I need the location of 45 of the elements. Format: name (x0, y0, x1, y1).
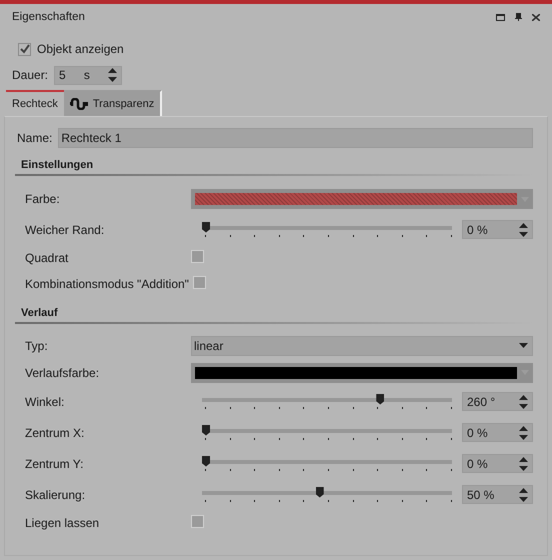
window-title: Eigenschaften (12, 11, 85, 23)
section-heading: Einstellungen (15, 149, 533, 176)
section-heading: Verlauf (15, 297, 533, 324)
name-field[interactable]: Rechteck 1 (58, 128, 533, 148)
slider-thumb[interactable] (316, 486, 324, 498)
caret-icon (519, 343, 528, 348)
field-label: Quadrat (25, 251, 70, 265)
field-label: Liegen lassen (25, 516, 100, 530)
checkbox-label: Objekt anzeigen (37, 42, 124, 56)
field-label: Dauer: (12, 68, 48, 82)
duration-spinner[interactable]: 5 s (54, 66, 122, 84)
value-spinner[interactable]: 0 % (462, 454, 533, 473)
value-spinner[interactable]: 0 % (462, 423, 533, 442)
spin-arrows-icon[interactable] (519, 426, 528, 440)
field-label: Zentrum X: (25, 426, 86, 440)
maximize-icon[interactable] (496, 14, 505, 20)
color-picker[interactable] (191, 189, 533, 209)
field-label: Weicher Rand: (25, 222, 106, 236)
slider-thumb[interactable] (202, 424, 210, 436)
pin-icon[interactable] (515, 13, 522, 21)
value-spinner[interactable]: 0 % (462, 220, 533, 239)
field-label: Farbe: (25, 192, 61, 206)
field-label: Skalierung: (25, 488, 86, 502)
field-label: Typ: (25, 338, 49, 352)
field-label: Verlaufsfarbe: (25, 366, 100, 380)
field-label: Winkel: (25, 394, 66, 408)
spin-arrows-icon[interactable] (519, 488, 528, 502)
value-spinner[interactable]: 50 % (462, 485, 533, 504)
color-picker[interactable] (191, 362, 533, 382)
tab[interactable]: Transparenz (64, 90, 162, 116)
dropdown[interactable]: linear (191, 336, 533, 356)
slider-thumb[interactable] (376, 394, 384, 404)
wave-icon (70, 98, 88, 110)
close-icon[interactable] (532, 14, 540, 20)
slider-thumb[interactable] (202, 222, 210, 232)
field-label: Zentrum Y: (25, 456, 84, 470)
checkbox[interactable] (18, 42, 31, 56)
slider-thumb[interactable] (202, 456, 210, 466)
spin-arrows-icon[interactable] (519, 456, 528, 470)
spin-arrows-icon[interactable] (519, 222, 528, 236)
value-spinner[interactable]: 260 ° (462, 392, 533, 411)
spin-arrows-icon[interactable] (108, 68, 118, 82)
field-label: Name: (17, 131, 52, 145)
field-label: Kombinationsmodus "Addition" (25, 277, 189, 291)
spin-arrows-icon[interactable] (519, 394, 528, 408)
